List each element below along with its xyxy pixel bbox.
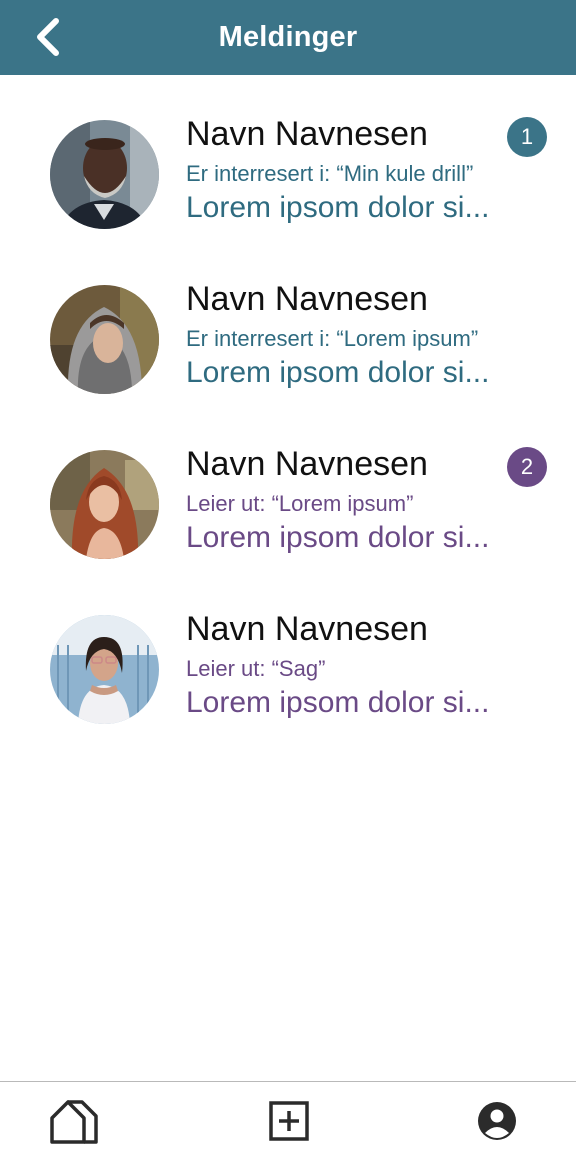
add-box-icon (269, 1101, 309, 1141)
bottom-navigation (0, 1081, 576, 1156)
message-preview: Lorem ipsom dolor si... (186, 521, 490, 554)
chevron-left-icon (37, 18, 59, 56)
avatar (50, 285, 159, 394)
message-item[interactable]: Navn Navnesen Er interresert i: “Lorem i… (0, 240, 576, 405)
unread-badge: 2 (507, 447, 547, 487)
item-context: Er interresert i: “Lorem ipsum” (186, 326, 479, 351)
avatar (50, 615, 159, 724)
contact-name: Navn Navnesen (186, 115, 428, 153)
messages-screen: Meldinger Navn Navnesen Er interresert i… (0, 0, 576, 1156)
item-context: Er interresert i: “Min kule drill” (186, 161, 474, 186)
item-context: Leier ut: “Lorem ipsum” (186, 491, 414, 516)
back-button[interactable] (28, 14, 68, 60)
home-icon (50, 1100, 98, 1144)
nav-home-button[interactable] (46, 1096, 102, 1146)
unread-badge: 1 (507, 117, 547, 157)
page-title: Meldinger (218, 21, 358, 53)
item-context: Leier ut: “Sag” (186, 656, 326, 681)
nav-add-button[interactable] (261, 1096, 317, 1146)
avatar (50, 120, 159, 229)
contact-name: Navn Navnesen (186, 445, 428, 483)
message-item[interactable]: Navn Navnesen Leier ut: “Sag” Lorem ipso… (0, 570, 576, 735)
avatar (50, 450, 159, 559)
message-preview: Lorem ipsom dolor si... (186, 191, 490, 224)
message-item[interactable]: Navn Navnesen Leier ut: “Lorem ipsum” Lo… (0, 405, 576, 570)
nav-profile-button[interactable] (469, 1096, 525, 1146)
message-item[interactable]: Navn Navnesen Er interresert i: “Min kul… (0, 75, 576, 240)
message-preview: Lorem ipsom dolor si... (186, 356, 490, 389)
message-list: Navn Navnesen Er interresert i: “Min kul… (0, 75, 576, 735)
contact-name: Navn Navnesen (186, 610, 428, 648)
contact-name: Navn Navnesen (186, 280, 428, 318)
app-header: Meldinger (0, 0, 576, 75)
message-preview: Lorem ipsom dolor si... (186, 686, 490, 719)
account-circle-icon (478, 1102, 516, 1140)
